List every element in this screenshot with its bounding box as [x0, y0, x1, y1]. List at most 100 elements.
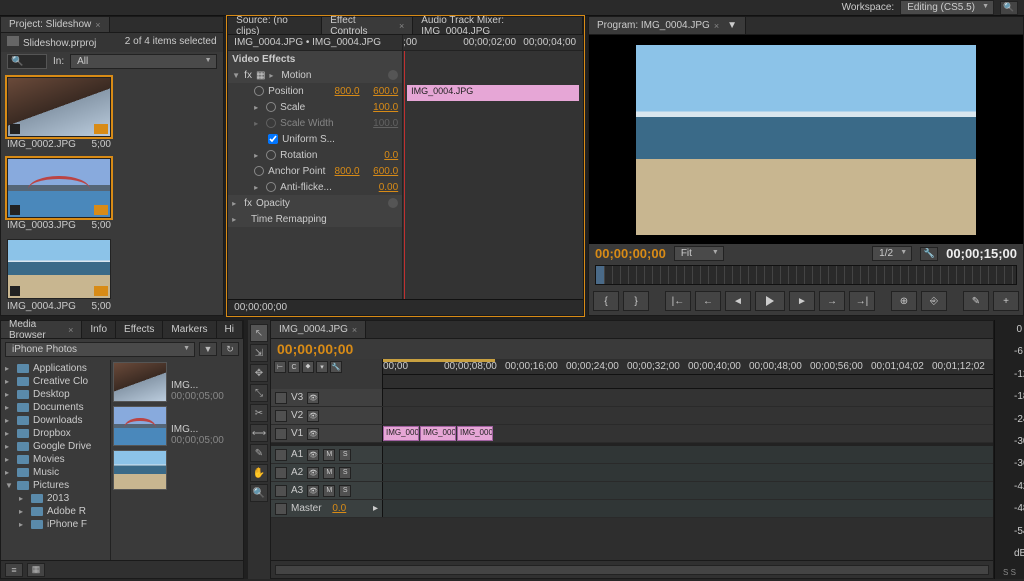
mute-button[interactable]: M — [323, 467, 335, 479]
twirl-icon[interactable]: ▸ — [254, 103, 262, 112]
project-bin-item[interactable]: IMG_0003.JPG5;00 — [7, 158, 111, 233]
track-visibility[interactable]: 👁 — [307, 428, 319, 440]
folder-item[interactable]: ▸iPhone F — [5, 518, 106, 531]
folder-item[interactable]: ▸Downloads — [5, 414, 106, 427]
folder-item[interactable]: ▸Dropbox — [5, 427, 106, 440]
solo-button[interactable]: S — [339, 485, 351, 497]
tool-button[interactable]: ✂ — [250, 404, 268, 422]
search-icon[interactable]: 🔍 — [1000, 1, 1018, 15]
project-bin-item[interactable]: IMG_0004.JPG5;00 — [7, 239, 111, 314]
tool-button[interactable]: ✥ — [250, 364, 268, 382]
anchor-x[interactable]: 800.0 — [335, 166, 360, 177]
close-icon[interactable]: × — [399, 21, 404, 31]
folder-item[interactable]: ▸Google Drive — [5, 440, 106, 453]
close-icon[interactable]: × — [95, 20, 100, 30]
tab-media-browser[interactable]: Media Browser× — [1, 321, 82, 338]
track-visibility[interactable]: 👁 — [307, 467, 319, 479]
media-item[interactable] — [111, 448, 243, 492]
transport-button[interactable]: ⊕ — [891, 291, 917, 311]
twirl-icon[interactable]: ▼ — [232, 71, 240, 80]
folder-item[interactable]: ▸2013 — [5, 492, 106, 505]
transport-button[interactable]: → — [819, 291, 845, 311]
track-target[interactable] — [275, 485, 287, 497]
stopwatch-icon[interactable] — [254, 86, 264, 96]
track-target[interactable] — [275, 410, 287, 422]
rotation-value[interactable]: 0.0 — [384, 150, 398, 161]
snap-button[interactable]: ⊢ — [274, 361, 286, 373]
transport-button[interactable]: { — [593, 291, 619, 311]
transport-button[interactable]: ⎆ — [921, 291, 947, 311]
tab-source[interactable]: Source: (no clips) — [228, 17, 322, 34]
transport-button[interactable]: →| — [849, 291, 875, 311]
track-visibility[interactable]: 👁 — [307, 410, 319, 422]
folder-item[interactable]: ▼Pictures — [5, 479, 106, 492]
transport-button[interactable]: ✎ — [963, 291, 989, 311]
reset-button[interactable] — [388, 198, 398, 208]
tab-project[interactable]: Project: Slideshow× — [1, 17, 110, 32]
folder-item[interactable]: ▸Documents — [5, 401, 106, 414]
folder-item[interactable]: ▸Creative Clo — [5, 375, 106, 388]
resolution-dropdown[interactable]: 1/2 — [872, 246, 912, 261]
stopwatch-icon[interactable] — [266, 182, 276, 192]
timeline-ruler[interactable]: 00;0000;00;08;0000;00;16;0000;00;24;0000… — [383, 359, 993, 375]
ingest-icon[interactable]: ↻ — [221, 342, 239, 356]
media-item[interactable]: IMG...00;00;05;00 — [111, 360, 243, 404]
folder-item[interactable]: ▸Applications — [5, 362, 106, 375]
motion-effect[interactable]: Motion — [281, 70, 384, 81]
marker-button[interactable]: ⬥ — [302, 361, 314, 373]
position-y[interactable]: 600.0 — [373, 86, 398, 97]
close-icon[interactable]: × — [714, 21, 719, 31]
linked-selection-button[interactable]: C — [288, 361, 300, 373]
solo-button[interactable]: S — [339, 449, 351, 461]
tab-effects[interactable]: Effects — [116, 321, 163, 338]
folder-item[interactable]: ▸Movies — [5, 453, 106, 466]
program-timecode-left[interactable]: 00;00;00;00 — [595, 246, 666, 261]
solo-buttons[interactable]: S S — [995, 568, 1024, 577]
twirl-icon[interactable]: ▸ — [254, 183, 262, 192]
stopwatch-icon[interactable] — [266, 102, 276, 112]
timeremap-effect[interactable]: Time Remapping — [251, 214, 398, 225]
tab-effect-controls[interactable]: Effect Controls× — [322, 17, 413, 34]
media-source-dropdown[interactable]: iPhone Photos — [5, 342, 195, 357]
thumb-view-button[interactable]: ▦ — [27, 563, 45, 577]
ec-playhead[interactable] — [404, 51, 405, 299]
master-level[interactable]: 0.0 — [332, 503, 346, 514]
uniform-scale-checkbox[interactable] — [268, 134, 278, 144]
project-search-input[interactable] — [7, 54, 47, 69]
mute-button[interactable]: M — [323, 449, 335, 461]
close-icon[interactable]: × — [352, 325, 357, 335]
tab-markers[interactable]: Markers — [163, 321, 216, 338]
track-toggle[interactable] — [275, 503, 287, 515]
video-track[interactable]: V1👁IMG_000IMG_000IMG_000 — [271, 425, 993, 443]
tool-button[interactable]: ⤡ — [250, 384, 268, 402]
stopwatch-icon[interactable] — [266, 150, 276, 160]
transport-button[interactable]: ◄ — [725, 291, 751, 311]
tool-button[interactable]: ✎ — [250, 444, 268, 462]
track-target[interactable] — [275, 428, 287, 440]
tool-button[interactable]: ↖ — [250, 324, 268, 342]
opacity-effect[interactable]: Opacity — [256, 198, 384, 209]
zoom-dropdown[interactable]: Fit — [674, 246, 724, 261]
transport-button[interactable] — [755, 291, 785, 311]
tool-button[interactable]: ⇲ — [250, 344, 268, 362]
audio-track[interactable]: A1👁MS — [271, 446, 993, 464]
media-item[interactable]: IMG...00;00;05;00 — [111, 404, 243, 448]
timeline-playhead-tc[interactable]: 00;00;00;00 — [277, 341, 353, 357]
antiflicker-value[interactable]: 0.00 — [379, 182, 398, 193]
video-track[interactable]: V2👁 — [271, 407, 993, 425]
wrench-icon[interactable]: 🔧 — [330, 361, 342, 373]
tab-program[interactable]: Program: IMG_0004.JPG×▼ — [589, 17, 746, 34]
transport-button[interactable]: ► — [789, 291, 815, 311]
transport-button[interactable]: + — [993, 291, 1019, 311]
position-x[interactable]: 800.0 — [335, 86, 360, 97]
stopwatch-icon[interactable] — [254, 166, 264, 176]
timeline-zoom-scrollbar[interactable] — [275, 565, 989, 575]
filter-dropdown[interactable]: All — [70, 54, 216, 69]
folder-item[interactable]: ▸Adobe R — [5, 505, 106, 518]
tool-button[interactable]: ⟷ — [250, 424, 268, 442]
track-visibility[interactable]: 👁 — [307, 485, 319, 497]
list-view-button[interactable]: ≡ — [5, 563, 23, 577]
transport-button[interactable]: |← — [665, 291, 691, 311]
ec-time-ruler[interactable]: ;0000;00;02;0000;00;04;00 — [403, 35, 583, 50]
track-target[interactable] — [275, 392, 287, 404]
